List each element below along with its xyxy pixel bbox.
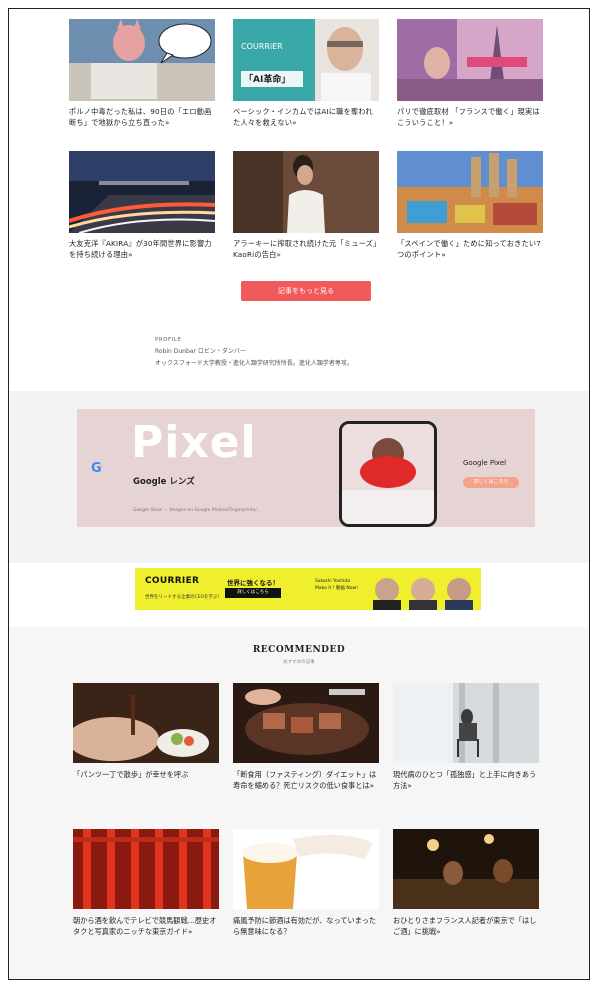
banner-subtitle: 世界をリードする企業のCEOを学ぶ! — [145, 595, 220, 600]
page-frame: ポルノ中毒だった私は、90日の「エロ動画断ち」で地獄から立ち直った» COURR… — [8, 8, 590, 980]
related-articles-section: ポルノ中毒だった私は、90日の「エロ動画断ち」で地獄から立ち直った» COURR… — [9, 9, 589, 391]
article-thumbnail — [233, 151, 379, 233]
author-profile: PROFILE Robin Dunbar ロビン・ダンバー オックスフォード大学… — [155, 334, 353, 370]
google-pixel-ad[interactable]: G Pixel Google レンズ Google Store ・ Images… — [77, 409, 535, 527]
article-thumbnail: COURRiER 「AI革命」 — [233, 19, 379, 101]
recommended-card[interactable]: 「断食用（ファスティング）ダイエット」は寿命を縮める？死亡リスクの低い食事とは» — [233, 683, 379, 791]
profile-heading: PROFILE — [155, 337, 182, 343]
courrier-banner[interactable]: COURRIER 世界をリードする企業のCEOを学ぶ! 世界に強くなる！ 詳しく… — [135, 568, 481, 610]
profile-bio: オックスフォード大学教授・進化人類学研究所所長。進化人類学者専攻。 — [155, 360, 353, 367]
phone-image — [339, 421, 437, 527]
more-articles-button[interactable]: 記事をもっと見る — [241, 281, 371, 301]
banner-faces — [373, 578, 473, 610]
article-thumbnail — [397, 19, 543, 101]
article-card[interactable]: 「スペインで働く」ために知っておきたい7つのポイント» — [397, 151, 543, 264]
banner-headline: 世界に強くなる！ — [227, 579, 279, 587]
thumbnail-text: 「AI革命」 — [244, 75, 291, 85]
recommended-thumbnail — [233, 829, 379, 909]
article-card[interactable]: 大友克洋『AKIRA』が30年間世界に影響力を持ち続ける理由» — [69, 151, 215, 264]
google-icon: G — [91, 461, 102, 476]
article-card[interactable]: アラーキーに搾取され続けた元「ミューズ」KaoRiの告白» — [233, 151, 379, 264]
article-grid-row-2: 大友克洋『AKIRA』が30年間世界に影響力を持ち続ける理由» アラーキーに搾取… — [69, 151, 543, 264]
recommended-card[interactable]: 「パンツ一丁で散歩」が幸せを呼ぶ — [73, 683, 219, 791]
ad-headline: Pixel — [131, 417, 257, 468]
recommended-thumbnail — [73, 829, 219, 909]
recommended-thumbnail — [393, 683, 539, 763]
recommended-card[interactable]: 朝から酒を飲んでテレビで競馬観戦…歴史オタクと写真家のニッチな東京ガイド» — [73, 829, 219, 937]
recommended-title: RECOMMENDED — [252, 645, 346, 655]
profile-name: Robin Dunbar ロビン・ダンバー — [155, 348, 246, 355]
article-grid-row-1: ポルノ中毒だった私は、90日の「エロ動画断ち」で地獄から立ち直った» COURR… — [69, 19, 543, 132]
article-caption: パリで徹底取材 「フランスで働く」現実はこういうこと！» — [397, 107, 540, 127]
ad-small-print: Google Store ・ Images on Google Photos/F… — [133, 508, 262, 513]
article-caption: ベーシック・インカムではAIに職を奪われた人々を救えない» — [233, 107, 373, 127]
recommended-caption: おひとりさまフランス人記者が東京で「はしご酒」に挑戦» — [393, 916, 537, 936]
article-thumbnail — [69, 151, 215, 233]
recommended-row-1: 「パンツ一丁で散歩」が幸せを呼ぶ 「断食用（ファスティング）ダイエット」は寿命を… — [73, 683, 539, 791]
article-card[interactable]: COURRiER 「AI革命」 ベーシック・インカムではAIに職を奪われた人々を… — [233, 19, 379, 132]
ad-brand: Google Pixel — [463, 459, 507, 467]
banner-band: COURRIER 世界をリードする企業のCEOを学ぶ! 世界に強くなる！ 詳しく… — [9, 563, 589, 627]
article-caption: 大友克洋『AKIRA』が30年間世界に影響力を持ち続ける理由» — [69, 239, 212, 259]
recommended-row-2: 朝から酒を飲んでテレビで競馬観戦…歴史オタクと写真家のニッチな東京ガイド» 痛風… — [73, 829, 539, 937]
recommended-card[interactable]: 現代病のひとつ「孤独感」と上手に向きあう方法» — [393, 683, 539, 791]
recommended-thumbnail — [233, 683, 379, 763]
recommended-card[interactable]: 痛風予防に節酒は有効だが、なっていまったら無意味になる？ — [233, 829, 379, 937]
recommended-thumbnail — [393, 829, 539, 909]
article-card[interactable]: ポルノ中毒だった私は、90日の「エロ動画断ち」で地獄から立ち直った» — [69, 19, 215, 132]
recommended-caption: 「パンツ一丁で散歩」が幸せを呼ぶ — [73, 770, 189, 779]
recommended-caption: 「断食用（ファスティング）ダイエット」は寿命を縮める？死亡リスクの低い食事とは» — [233, 770, 377, 790]
recommended-subtitle: おすすめの記事 — [283, 660, 315, 665]
recommended-card[interactable]: おひとりさまフランス人記者が東京で「はしご酒」に挑戦» — [393, 829, 539, 937]
ad-band: G Pixel Google レンズ Google Store ・ Images… — [9, 391, 589, 563]
article-thumbnail — [69, 19, 215, 101]
article-caption: 「スペインで働く」ために知っておきたい7つのポイント» — [397, 239, 542, 259]
article-caption: ポルノ中毒だった私は、90日の「エロ動画断ち」で地獄から立ち直った» — [69, 107, 212, 127]
banner-speaker: Satoshi Yoshida Make it ! 動画 Now! — [315, 579, 358, 591]
recommended-caption: 現代病のひとつ「孤独感」と上手に向きあう方法» — [393, 770, 537, 790]
recommended-caption: 朝から酒を飲んでテレビで競馬観戦…歴史オタクと写真家のニッチな東京ガイド» — [73, 916, 217, 936]
ad-cta-button[interactable]: 詳しくはこちら — [463, 477, 519, 488]
article-thumbnail — [397, 151, 543, 233]
banner-cta: 詳しくはこちら — [225, 588, 281, 598]
recommended-caption: 痛風予防に節酒は有効だが、なっていまったら無意味になる？ — [233, 916, 376, 936]
article-caption: アラーキーに搾取され続けた元「ミューズ」KaoRiの告白» — [233, 239, 377, 259]
svg-text:COURRiER: COURRiER — [241, 42, 283, 51]
recommended-section: RECOMMENDED おすすめの記事 「パンツ一丁で散歩」が幸せを呼ぶ 「断食… — [9, 627, 589, 979]
recommended-thumbnail — [73, 683, 219, 763]
banner-logo: COURRIER — [145, 576, 200, 586]
article-card[interactable]: パリで徹底取材 「フランスで働く」現実はこういうこと！» — [397, 19, 543, 132]
ad-product: Google レンズ — [133, 477, 195, 487]
